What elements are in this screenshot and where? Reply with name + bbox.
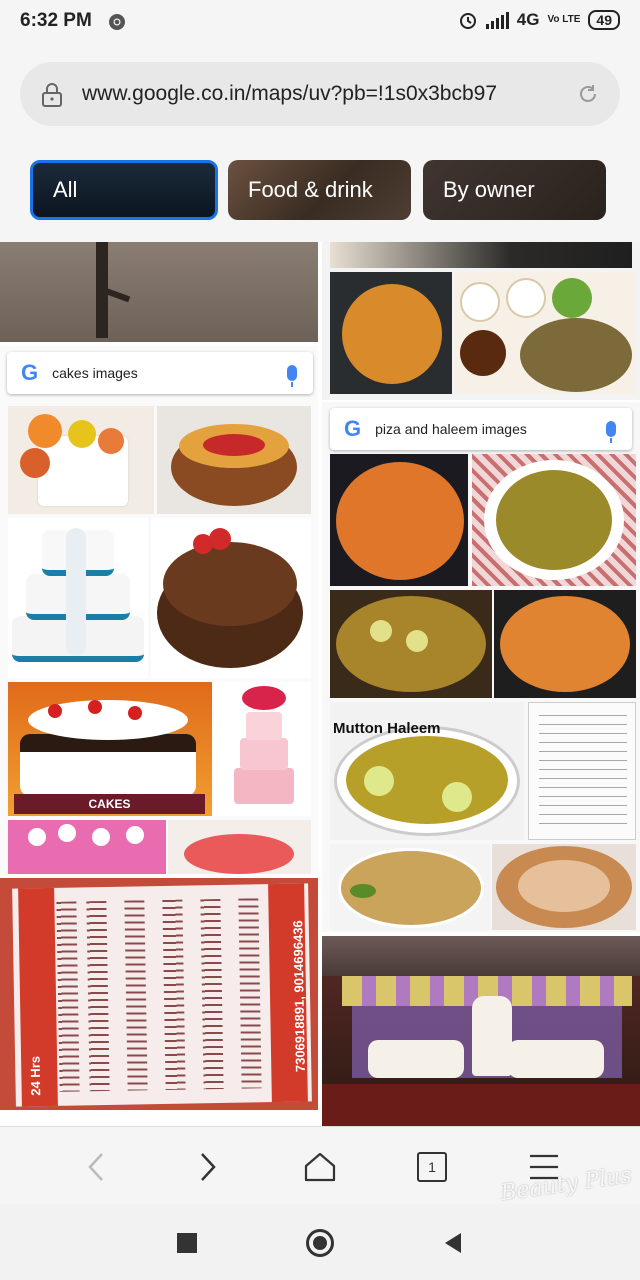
chip-food-drink[interactable]: Food & drink bbox=[228, 160, 411, 220]
system-nav-bar bbox=[0, 1204, 640, 1280]
mutton-haleem-label: Mutton Haleem bbox=[333, 720, 441, 737]
photo-food-collage-top[interactable] bbox=[322, 242, 640, 400]
address-bar[interactable]: www.google.co.in/maps/uv?pb=!1s0x3bcb97 bbox=[20, 62, 620, 126]
system-back-button[interactable] bbox=[436, 1226, 470, 1260]
network-type: 4G bbox=[516, 10, 540, 29]
reload-icon[interactable] bbox=[576, 82, 600, 106]
home-icon bbox=[304, 1152, 336, 1182]
pizza-search-box: G piza and haleem images bbox=[330, 408, 632, 450]
cakes-search-box: G cakes images bbox=[7, 352, 313, 394]
volte-indicator: Vo LTE bbox=[547, 14, 581, 25]
menu-phone: 7306918891, 9014696436 bbox=[290, 920, 308, 1073]
mic-icon-2 bbox=[606, 421, 616, 443]
tabs-button[interactable]: 1 bbox=[412, 1147, 452, 1187]
tab-count: 1 bbox=[428, 1159, 436, 1175]
photo-cakes-collage[interactable]: G cakes images CAKES bbox=[0, 346, 318, 874]
photo-pizza-haleem-collage[interactable]: G piza and haleem images Mutton Haleem bbox=[322, 402, 640, 932]
cakes-label: CAKES bbox=[14, 794, 205, 814]
cakes-search-query: cakes images bbox=[52, 365, 138, 381]
google-logo-2: G bbox=[344, 416, 362, 441]
chip-all[interactable]: All bbox=[30, 160, 218, 220]
system-home-button[interactable] bbox=[303, 1226, 337, 1260]
lock-icon bbox=[42, 83, 62, 107]
url-text[interactable]: www.google.co.in/maps/uv?pb=!1s0x3bcb97 bbox=[82, 82, 560, 106]
status-time: 6:32 PM bbox=[20, 10, 92, 31]
square-icon bbox=[177, 1233, 197, 1253]
photo-grid: G cakes images CAKES 24 Hrs 7306918891, … bbox=[0, 242, 640, 1126]
signal-icon bbox=[485, 11, 509, 29]
chevron-right-icon bbox=[201, 1153, 216, 1181]
triangle-back-icon bbox=[445, 1233, 461, 1253]
google-logo: G bbox=[21, 360, 39, 385]
tabs-icon: 1 bbox=[417, 1152, 447, 1182]
back-button[interactable] bbox=[76, 1147, 116, 1187]
circle-icon bbox=[306, 1229, 334, 1257]
home-button[interactable] bbox=[300, 1147, 340, 1187]
status-bar: 6:32 PM 4G Vo LTE 49 bbox=[0, 0, 640, 46]
photo-menu-card[interactable]: 24 Hrs 7306918891, 9014696436 bbox=[0, 878, 318, 1110]
alarm-icon bbox=[459, 13, 476, 29]
photo-tree[interactable] bbox=[0, 242, 318, 342]
chrome-icon bbox=[109, 14, 125, 30]
chip-by-owner[interactable]: By owner bbox=[423, 160, 606, 220]
recents-button[interactable] bbox=[170, 1226, 204, 1260]
mic-icon bbox=[287, 365, 297, 387]
menu-header: 24 Hrs bbox=[27, 1055, 44, 1096]
chevron-left-icon bbox=[88, 1153, 103, 1181]
forward-button[interactable] bbox=[188, 1147, 228, 1187]
photo-banquet-stage[interactable] bbox=[322, 936, 640, 1126]
pizza-search-query: piza and haleem images bbox=[375, 421, 527, 437]
photo-filter-chips: All Food & drink By owner bbox=[0, 150, 640, 230]
battery-icon: 49 bbox=[588, 10, 620, 30]
